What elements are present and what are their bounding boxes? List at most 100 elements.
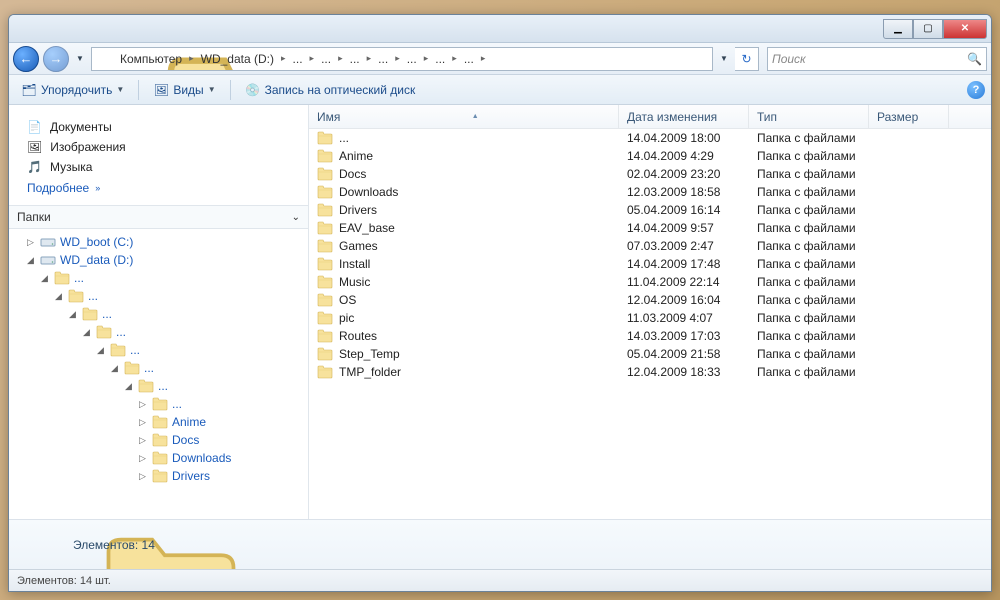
burn-button[interactable]: 💿 Запись на оптический диск — [239, 80, 422, 100]
expander-icon[interactable]: ▷ — [137, 435, 148, 446]
expander-icon[interactable]: ◢ — [39, 273, 50, 284]
expander-icon[interactable]: ▷ — [137, 399, 148, 410]
file-row[interactable]: Routes14.03.2009 17:03Папка с файлами — [309, 327, 991, 345]
views-menu[interactable]: 🖼 Виды ▼ — [147, 80, 221, 100]
expander-icon[interactable]: ▷ — [25, 237, 36, 248]
chevron-right-icon[interactable]: ▸ — [278, 53, 289, 64]
tree-item[interactable]: ▷Docs — [15, 431, 306, 449]
file-rows[interactable]: ...14.04.2009 18:00Папка с файламиAnime1… — [309, 129, 991, 519]
tree-item[interactable]: ◢... — [15, 269, 306, 287]
organize-label: Упорядочить — [41, 83, 112, 97]
favorite-link[interactable]: 📄Документы — [23, 117, 298, 137]
column-date[interactable]: Дата изменения — [619, 105, 749, 128]
tree-item[interactable]: ◢... — [15, 287, 306, 305]
chevron-right-icon[interactable]: ▸ — [392, 53, 403, 64]
close-button[interactable]: ✕ — [943, 19, 987, 39]
file-row[interactable]: Downloads12.03.2009 18:58Папка с файлами — [309, 183, 991, 201]
column-type[interactable]: Тип — [749, 105, 869, 128]
file-row[interactable]: OS12.04.2009 16:04Папка с файлами — [309, 291, 991, 309]
expander-icon[interactable]: ▷ — [137, 453, 148, 464]
breadcrumb-segment[interactable]: ... — [346, 48, 364, 70]
tree-label: ... — [158, 379, 168, 393]
tree-item[interactable]: ◢... — [15, 323, 306, 341]
tree-item[interactable]: ▷Downloads — [15, 449, 306, 467]
file-row[interactable]: Step_Temp05.04.2009 21:58Папка с файлами — [309, 345, 991, 363]
expander-icon[interactable]: ◢ — [81, 327, 92, 338]
column-name[interactable]: Имя — [309, 105, 619, 128]
tree-item[interactable]: ◢... — [15, 377, 306, 395]
file-row[interactable]: Install14.04.2009 17:48Папка с файлами — [309, 255, 991, 273]
tree-item[interactable]: ▷... — [15, 395, 306, 413]
expander-icon[interactable]: ▷ — [137, 471, 148, 482]
help-button[interactable]: ? — [967, 81, 985, 99]
column-size[interactable]: Размер — [869, 105, 949, 128]
file-date: 05.04.2009 16:14 — [619, 203, 749, 217]
chevron-right-icon[interactable]: ▸ — [335, 53, 346, 64]
breadcrumb-segment[interactable]: ... — [431, 48, 449, 70]
minimize-button[interactable]: ▁ — [883, 19, 913, 39]
expander-icon[interactable]: ▷ — [137, 417, 148, 428]
chevron-right-icon[interactable]: ▸ — [186, 53, 197, 64]
chevron-right-icon[interactable]: ▸ — [478, 53, 489, 64]
expander-icon[interactable]: ◢ — [25, 255, 36, 266]
folder-icon — [317, 365, 333, 379]
expander-icon[interactable]: ◢ — [95, 345, 106, 356]
address-dropdown-icon[interactable]: ▼ — [717, 48, 731, 70]
file-row[interactable]: Anime14.04.2009 4:29Папка с файлами — [309, 147, 991, 165]
breadcrumb-segment[interactable]: Компьютер — [116, 48, 186, 70]
tree-label: ... — [172, 397, 182, 411]
file-type: Папка с файлами — [749, 347, 869, 361]
breadcrumb-segment[interactable]: WD_data (D:) — [197, 48, 278, 70]
favorites-more[interactable]: Подробнее » — [23, 177, 298, 199]
back-button[interactable]: ← — [13, 46, 39, 72]
chevron-right-icon[interactable]: ▸ — [421, 53, 432, 64]
chevron-right-icon[interactable]: ▸ — [364, 53, 375, 64]
refresh-button[interactable]: ↻ — [735, 47, 759, 71]
music-icon: 🎵 — [27, 160, 42, 174]
tree-item[interactable]: ◢ WD_data (D:) — [15, 251, 306, 269]
expander-icon[interactable]: ◢ — [109, 363, 120, 374]
tree-item[interactable]: ▷Anime — [15, 413, 306, 431]
maximize-button[interactable]: ▢ — [913, 19, 943, 39]
breadcrumb-segment[interactable]: ... — [374, 48, 392, 70]
file-row[interactable]: pic11.03.2009 4:07Папка с файлами — [309, 309, 991, 327]
file-row[interactable]: ...14.04.2009 18:00Папка с файлами — [309, 129, 991, 147]
forward-button[interactable]: → — [43, 46, 69, 72]
file-row[interactable]: Docs02.04.2009 23:20Папка с файлами — [309, 165, 991, 183]
tree-label: WD_data (D:) — [60, 253, 133, 267]
search-input[interactable]: Поиск 🔍 — [767, 47, 987, 71]
file-row[interactable]: TMP_folder12.04.2009 18:33Папка с файлам… — [309, 363, 991, 381]
tree-item[interactable]: ▷WD_boot (C:) — [15, 233, 306, 251]
folder-icon — [152, 469, 168, 483]
favorite-link[interactable]: 🎵Музыка — [23, 157, 298, 177]
file-date: 14.04.2009 9:57 — [619, 221, 749, 235]
history-dropdown-icon[interactable]: ▼ — [73, 48, 87, 70]
favorite-link[interactable]: 🖼Изображения — [23, 137, 298, 157]
chevron-right-icon[interactable]: ▸ — [307, 53, 318, 64]
organize-menu[interactable]: 🗂 Упорядочить ▼ — [15, 80, 130, 100]
chevron-right-icon[interactable]: ▸ — [449, 53, 460, 64]
tree-item[interactable]: ◢... — [15, 341, 306, 359]
folder-icon — [152, 415, 168, 429]
file-row[interactable]: EAV_base14.04.2009 9:57Папка с файлами — [309, 219, 991, 237]
search-icon: 🔍 — [967, 52, 982, 66]
file-row[interactable]: Music11.04.2009 22:14Папка с файлами — [309, 273, 991, 291]
folder-tree[interactable]: ▷WD_boot (C:)◢WD_data (D:)◢...◢...◢...◢.… — [9, 229, 308, 519]
breadcrumb-segment[interactable]: ... — [460, 48, 478, 70]
expander-icon[interactable]: ◢ — [123, 381, 134, 392]
file-name: OS — [339, 293, 356, 307]
file-type: Папка с файлами — [749, 185, 869, 199]
breadcrumb-segment[interactable]: ... — [289, 48, 307, 70]
breadcrumb-segment[interactable]: ... — [403, 48, 421, 70]
file-row[interactable]: Games07.03.2009 2:47Папка с файлами — [309, 237, 991, 255]
address-bar[interactable]: Компьютер▸WD_data (D:)▸...▸...▸...▸...▸.… — [91, 47, 713, 71]
tree-item[interactable]: ◢... — [15, 359, 306, 377]
expander-icon[interactable]: ◢ — [53, 291, 64, 302]
file-row[interactable]: Drivers05.04.2009 16:14Папка с файлами — [309, 201, 991, 219]
details-pane: Элементов: 14 — [9, 519, 991, 569]
folders-header[interactable]: Папки ⌄ — [9, 205, 308, 229]
expander-icon[interactable]: ◢ — [67, 309, 78, 320]
breadcrumb-segment[interactable]: ... — [317, 48, 335, 70]
tree-item[interactable]: ◢... — [15, 305, 306, 323]
tree-item[interactable]: ▷Drivers — [15, 467, 306, 485]
